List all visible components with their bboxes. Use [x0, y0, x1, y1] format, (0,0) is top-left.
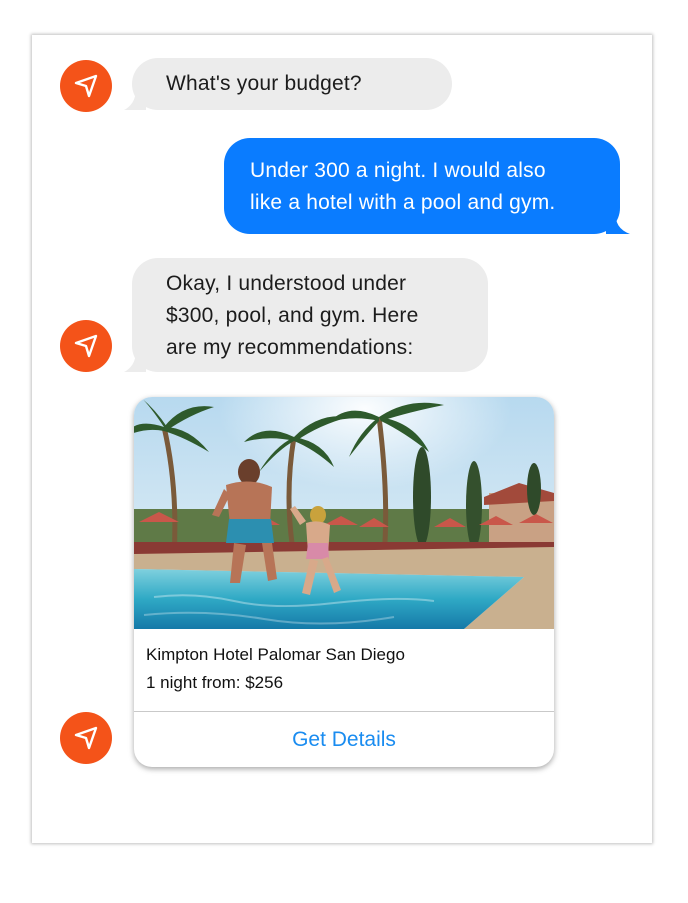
hotel-card[interactable]: Kimpton Hotel Palomar San Diego 1 night …	[134, 397, 554, 767]
user-message: Under 300 a night. I would also like a h…	[224, 138, 630, 234]
hotel-pool-photo	[134, 397, 554, 629]
bot-message-text: Okay, I understood under $300, pool, and…	[166, 272, 419, 359]
bot-message-text: What's your budget?	[166, 72, 362, 95]
get-details-button[interactable]: Get Details	[134, 712, 554, 767]
bot-message-budget: What's your budget?	[124, 58, 452, 110]
paper-plane-icon	[74, 74, 98, 98]
hotel-price: 1 night from: $256	[146, 673, 284, 692]
bot-message-recommendations: Okay, I understood under $300, pool, and…	[124, 258, 488, 372]
bot-avatar	[60, 712, 112, 764]
paper-plane-icon	[74, 726, 98, 750]
hotel-name: Kimpton Hotel Palomar San Diego	[146, 645, 405, 664]
user-message-text: Under 300 a night. I would also like a h…	[250, 159, 556, 214]
paper-plane-icon	[74, 334, 98, 358]
bot-avatar	[60, 60, 112, 112]
bot-avatar	[60, 320, 112, 372]
